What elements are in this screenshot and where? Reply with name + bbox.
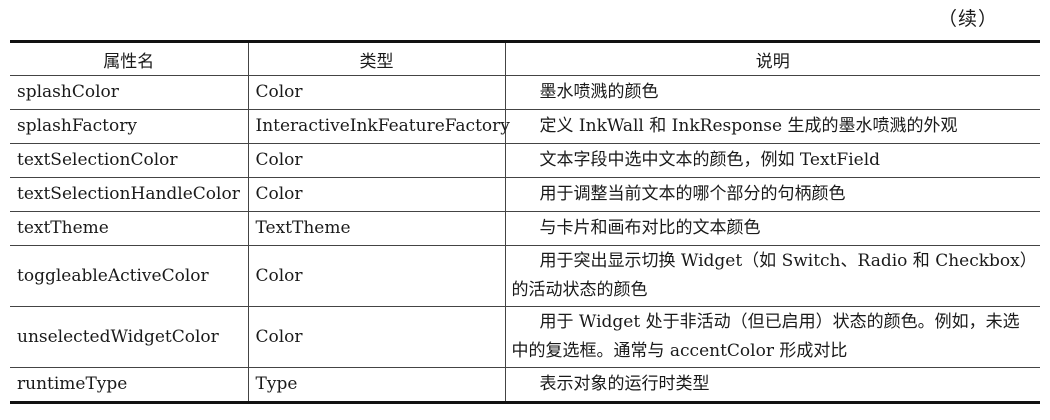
column-header-type: 类型 bbox=[247, 41, 505, 76]
property-name-cell: splashFactory bbox=[10, 109, 248, 144]
property-name-cell: textSelectionHandleColor bbox=[10, 177, 248, 212]
table-row: textSelectionColor Color 文本字段中选中文本的颜色，例如… bbox=[10, 143, 1040, 178]
property-type-cell: InteractiveInkFeatureFactory bbox=[247, 109, 510, 144]
property-type-cell: Color bbox=[247, 143, 505, 178]
continued-label: （续） bbox=[937, 8, 998, 30]
property-type-cell: Color bbox=[247, 75, 505, 110]
property-description-cell: 文本字段中选中文本的颜色，例如 TextField bbox=[504, 143, 1040, 178]
table-row: unselectedWidgetColor Color 用于 Widget 处于… bbox=[10, 306, 1040, 368]
property-description-cell: 表示对象的运行时类型 bbox=[504, 367, 1040, 403]
property-name-cell: splashColor bbox=[10, 75, 248, 110]
property-name-cell: textSelectionColor bbox=[10, 143, 248, 178]
property-description-cell: 用于调整当前文本的哪个部分的句柄颜色 bbox=[504, 177, 1040, 212]
property-name-cell: textTheme bbox=[10, 211, 248, 246]
table-row: splashFactory InteractiveInkFeatureFacto… bbox=[10, 109, 1040, 144]
property-type-cell: Color bbox=[247, 245, 505, 307]
property-description-cell: 与卡片和画布对比的文本颜色 bbox=[504, 211, 1040, 246]
property-description-cell: 定义 InkWall 和 InkResponse 生成的墨水喷溅的外观 bbox=[504, 109, 1040, 144]
table-row: toggleableActiveColor Color 用于突出显示切换 Wid… bbox=[10, 245, 1040, 307]
property-type-cell: TextTheme bbox=[247, 211, 505, 246]
column-header-description: 说明 bbox=[504, 41, 1040, 76]
table-row: splashColor Color 墨水喷溅的颜色 bbox=[10, 75, 1040, 110]
property-name-cell: runtimeType bbox=[10, 367, 248, 403]
property-name-cell: unselectedWidgetColor bbox=[10, 306, 248, 368]
table-row: runtimeType Type 表示对象的运行时类型 bbox=[10, 367, 1040, 403]
table-row: textTheme TextTheme 与卡片和画布对比的文本颜色 bbox=[10, 211, 1040, 246]
property-type-cell: Color bbox=[247, 177, 505, 212]
property-description-cell: 用于突出显示切换 Widget（如 Switch、Radio 和 Checkbo… bbox=[504, 245, 1040, 307]
property-name-cell: toggleableActiveColor bbox=[10, 245, 248, 307]
property-table: 属性名 类型 说明 splashColor Color 墨水喷溅的颜色 spla… bbox=[10, 40, 1040, 404]
table-header-row: 属性名 类型 说明 bbox=[10, 41, 1040, 76]
property-description-cell: 用于 Widget 处于非活动（但已启用）状态的颜色。例如，未选中的复选框。通常… bbox=[504, 306, 1040, 368]
column-header-name: 属性名 bbox=[103, 51, 155, 72]
property-type-cell: Color bbox=[247, 306, 505, 368]
property-type-cell: Type bbox=[247, 367, 505, 403]
table-row: textSelectionHandleColor Color 用于调整当前文本的… bbox=[10, 177, 1040, 212]
property-description-cell: 墨水喷溅的颜色 bbox=[504, 75, 1040, 110]
